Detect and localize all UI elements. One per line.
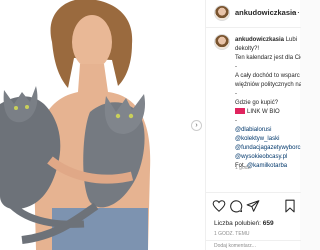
comment-bar: Dodaj komentarz...	[206, 240, 301, 250]
post-photo[interactable]: ›	[0, 0, 205, 250]
caption-timestamp: 1 godz.	[235, 165, 252, 171]
divider	[206, 192, 301, 193]
comment-input[interactable]: Dodaj komentarz...	[214, 243, 256, 249]
likes-label: Liczba polubień:	[214, 220, 261, 227]
caption-line: więźniów politycznych na	[235, 82, 301, 88]
mention-link[interactable]: @dlabialorusi	[235, 126, 301, 135]
mention-link[interactable]: @fundacjagazetywyborc	[235, 144, 301, 153]
share-icon[interactable]	[246, 199, 260, 213]
caption-line: Ten kalendarz jest dla Cie	[235, 55, 301, 61]
mention-link[interactable]: @kolektyw_laski	[235, 135, 301, 144]
caption-link-text: LINK W BIO	[247, 109, 280, 115]
chevron-right-icon: ›	[195, 122, 198, 129]
mention-link[interactable]: @wysokieobcasy.pl	[235, 153, 301, 162]
action-bar	[212, 199, 297, 213]
caption: ankudowiczkasia Lubi dekolty?! Ten kalen…	[235, 36, 301, 171]
author-username[interactable]: ankudowiczkasia	[235, 8, 296, 17]
caption-line: dekolty?!	[235, 46, 260, 52]
likes-number: 659	[262, 220, 274, 227]
post-modal: › ankudowiczkasia … ankudowiczkasia Lubi…	[0, 0, 301, 250]
more-icon: …	[291, 5, 300, 15]
next-arrow-button[interactable]: ›	[191, 120, 202, 131]
mention-link[interactable]: @kamilkotarba	[247, 163, 287, 169]
avatar[interactable]	[214, 5, 230, 21]
heart-icon[interactable]	[212, 199, 226, 213]
link-emoji-icon	[235, 108, 245, 114]
photo-illustration	[0, 0, 205, 250]
caption-line: Gdzie go kupić?	[235, 100, 279, 106]
caption-line: Lubi	[285, 37, 298, 43]
bookmark-icon[interactable]	[283, 199, 297, 213]
post-sidebar: ankudowiczkasia … ankudowiczkasia Lubi d…	[205, 0, 301, 250]
comment-icon[interactable]	[229, 199, 243, 213]
caption-line: A cały dochód to wsparc	[235, 73, 300, 79]
caption-line: -	[235, 91, 237, 97]
post-date: 1 GODZ. TEMU	[214, 231, 250, 237]
more-button[interactable]: …	[291, 5, 300, 15]
caption-username[interactable]: ankudowiczkasia	[235, 37, 284, 43]
divider	[206, 27, 301, 28]
caption-line: -	[235, 118, 237, 124]
likes-count[interactable]: Liczba polubień: 659	[214, 220, 274, 227]
caption-line: -	[235, 64, 237, 70]
caption-avatar[interactable]	[214, 34, 230, 50]
